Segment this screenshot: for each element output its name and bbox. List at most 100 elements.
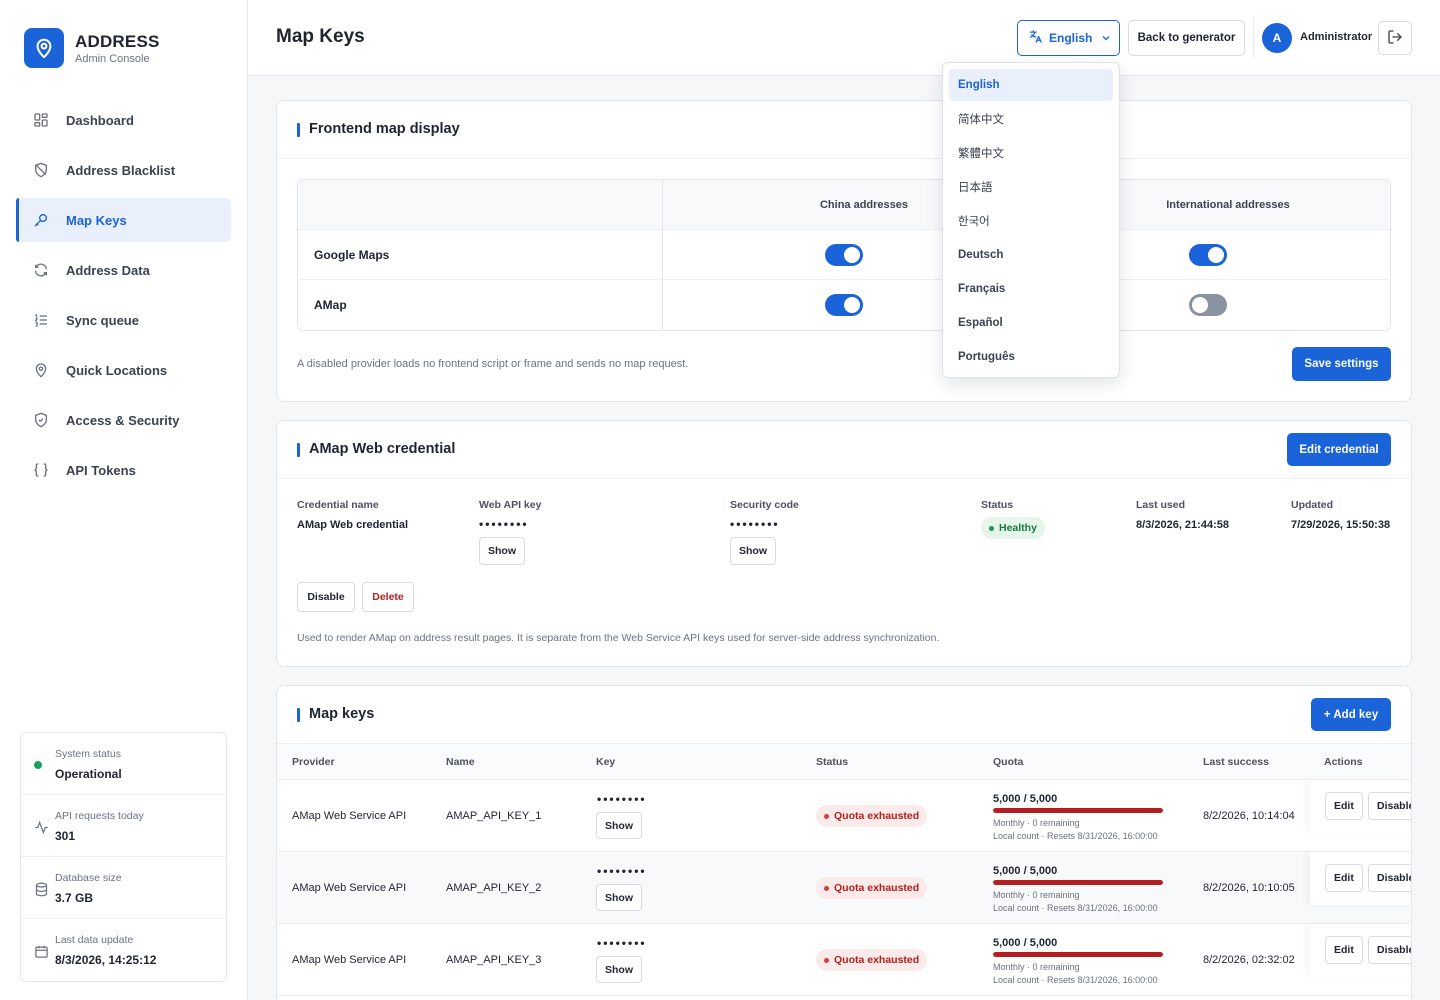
quota-period: Monthly · 0 remaining: [993, 890, 1080, 900]
system-status-label: System status: [55, 748, 121, 760]
language-option-german[interactable]: Deutsch: [949, 239, 1113, 271]
user-name[interactable]: Administrator: [1300, 31, 1372, 43]
table-row: Google Maps: [298, 230, 1390, 280]
display-note: A disabled provider loads no frontend sc…: [297, 358, 689, 370]
chevron-down-icon: [1100, 32, 1112, 44]
last-update-value: 8/3/2026, 14:25:12: [55, 953, 157, 967]
delete-credential-button[interactable]: Delete: [362, 582, 414, 612]
divider: [662, 180, 663, 330]
row-key-mask: ••••••••: [597, 864, 647, 878]
database-size-label: Database size: [55, 872, 122, 884]
sidebar-item-address-data[interactable]: Address Data: [16, 248, 231, 292]
sidebar-item-label: Sync queue: [66, 312, 139, 328]
save-settings-button[interactable]: Save settings: [1292, 347, 1391, 381]
col-status: Status: [816, 756, 849, 768]
sidebar: ADDRESS Admin Console Dashboard Address …: [0, 0, 248, 1000]
edit-credential-button[interactable]: Edit credential: [1287, 433, 1391, 466]
security-code-label: Security code: [730, 499, 799, 511]
table-row: AMap Web Service API AMAP_API_KEY_3 ••••…: [277, 924, 1411, 996]
activity-icon: [33, 819, 49, 835]
last-used-label: Last used: [1136, 499, 1186, 511]
brand-title: ADDRESS: [75, 31, 160, 51]
edit-key-button[interactable]: Edit: [1325, 864, 1363, 892]
show-key-button[interactable]: Show: [596, 884, 642, 911]
table-row: AMap: [298, 280, 1390, 330]
row-last-success: 8/2/2026, 10:10:05: [1203, 882, 1295, 894]
language-option-simplified-chinese[interactable]: 简体中文: [949, 103, 1113, 135]
show-api-key-button[interactable]: Show: [479, 537, 525, 565]
quota-value: 5,000 / 5,000: [993, 937, 1058, 949]
card-title: AMap Web credential: [297, 441, 455, 457]
edit-key-button[interactable]: Edit: [1325, 792, 1363, 820]
language-option-japanese[interactable]: 日本語: [949, 171, 1113, 203]
show-security-code-button[interactable]: Show: [730, 537, 776, 565]
disable-credential-button[interactable]: Disable: [297, 582, 355, 612]
credential-name-label: Credential name: [297, 499, 379, 511]
row-actions: Edit Disable: [1310, 924, 1411, 977]
web-api-key-label: Web API key: [479, 499, 542, 511]
quota-reset: Local count · Resets 8/31/2026, 16:00:00: [993, 975, 1158, 985]
translate-icon: [1028, 29, 1043, 47]
status-badge-text: Quota exhausted: [834, 882, 920, 894]
table-row: AMap Web Service API AMAP_API_KEY_1 ••••…: [277, 780, 1411, 852]
avatar[interactable]: A: [1262, 23, 1292, 53]
table-row: AMap Web Service API AMAP_API_KEY_2 ••••…: [277, 852, 1411, 924]
google-china-toggle[interactable]: [825, 244, 863, 266]
sidebar-item-label: Address Data: [66, 262, 150, 278]
amap-china-toggle[interactable]: [825, 294, 863, 316]
last-update-row: Last data update 8/3/2026, 14:25:12: [21, 919, 226, 981]
brand-subtitle: Admin Console: [75, 52, 150, 65]
row-name: AMAP_API_KEY_1: [446, 810, 542, 822]
col-provider: Provider: [292, 756, 335, 768]
map-pin-logo-icon: [24, 28, 64, 68]
map-pin-icon: [32, 361, 50, 379]
back-to-generator-button[interactable]: Back to generator: [1128, 20, 1245, 56]
quota-value: 5,000 / 5,000: [993, 793, 1058, 805]
language-option-french[interactable]: Français: [949, 273, 1113, 305]
language-selected: English: [1049, 31, 1093, 45]
language-option-portuguese[interactable]: Português: [949, 341, 1113, 373]
language-option-korean[interactable]: 한국어: [949, 205, 1113, 237]
disable-key-button[interactable]: Disable: [1368, 936, 1411, 964]
shield-check-icon: [32, 411, 50, 429]
sidebar-item-dashboard[interactable]: Dashboard: [16, 98, 231, 142]
sidebar-item-address-blacklist[interactable]: Address Blacklist: [16, 148, 231, 192]
sidebar-item-quick-locations[interactable]: Quick Locations: [16, 348, 231, 392]
sidebar-item-api-tokens[interactable]: API Tokens: [16, 448, 231, 492]
edit-key-button[interactable]: Edit: [1325, 936, 1363, 964]
quota-subtext: Monthly · 0 remaining Local count · Reset…: [993, 889, 1163, 915]
quota-period: Monthly · 0 remaining: [993, 818, 1080, 828]
sidebar-item-sync-queue[interactable]: Sync queue: [16, 298, 231, 342]
language-option-traditional-chinese[interactable]: 繁體中文: [949, 137, 1113, 169]
google-intl-toggle[interactable]: [1189, 244, 1227, 266]
language-selector[interactable]: English: [1017, 20, 1120, 56]
show-key-button[interactable]: Show: [596, 956, 642, 983]
system-status-row: System status Operational: [21, 733, 226, 795]
calendar-icon: [33, 943, 49, 959]
brand[interactable]: ADDRESS Admin Console: [24, 28, 160, 68]
table-header: Provider Name Key Status Quota Last succ…: [277, 744, 1411, 780]
disable-key-button[interactable]: Disable: [1368, 864, 1411, 892]
col-name: Name: [446, 756, 475, 768]
logout-button[interactable]: [1378, 21, 1412, 55]
language-option-spanish[interactable]: Español: [949, 307, 1113, 339]
table-header: China addresses International addresses: [298, 180, 1390, 230]
show-key-button[interactable]: Show: [596, 812, 642, 839]
security-code-field: Security code •••••••• Show: [730, 499, 799, 565]
row-provider: AMap Web Service API: [292, 810, 407, 822]
sidebar-item-map-keys[interactable]: Map Keys: [16, 198, 231, 242]
amap-intl-toggle[interactable]: [1189, 294, 1227, 316]
disable-key-button[interactable]: Disable: [1368, 792, 1411, 820]
col-actions: Actions: [1324, 756, 1363, 768]
display-table: China addresses International addresses …: [297, 179, 1391, 331]
api-requests-label: API requests today: [55, 810, 144, 822]
updated-field: Updated 7/29/2026, 15:50:38: [1291, 499, 1390, 531]
api-requests-row: API requests today 301: [21, 795, 226, 857]
last-update-label: Last data update: [55, 934, 134, 946]
sidebar-item-access-security[interactable]: Access & Security: [16, 398, 231, 442]
map-keys-table: Provider Name Key Status Quota Last succ…: [277, 744, 1411, 996]
add-key-button[interactable]: + Add key: [1311, 698, 1391, 731]
language-option-english[interactable]: English: [949, 69, 1113, 101]
shield-off-icon: [32, 161, 50, 179]
quota-reset: Local count · Resets 8/31/2026, 16:00:00: [993, 903, 1158, 913]
